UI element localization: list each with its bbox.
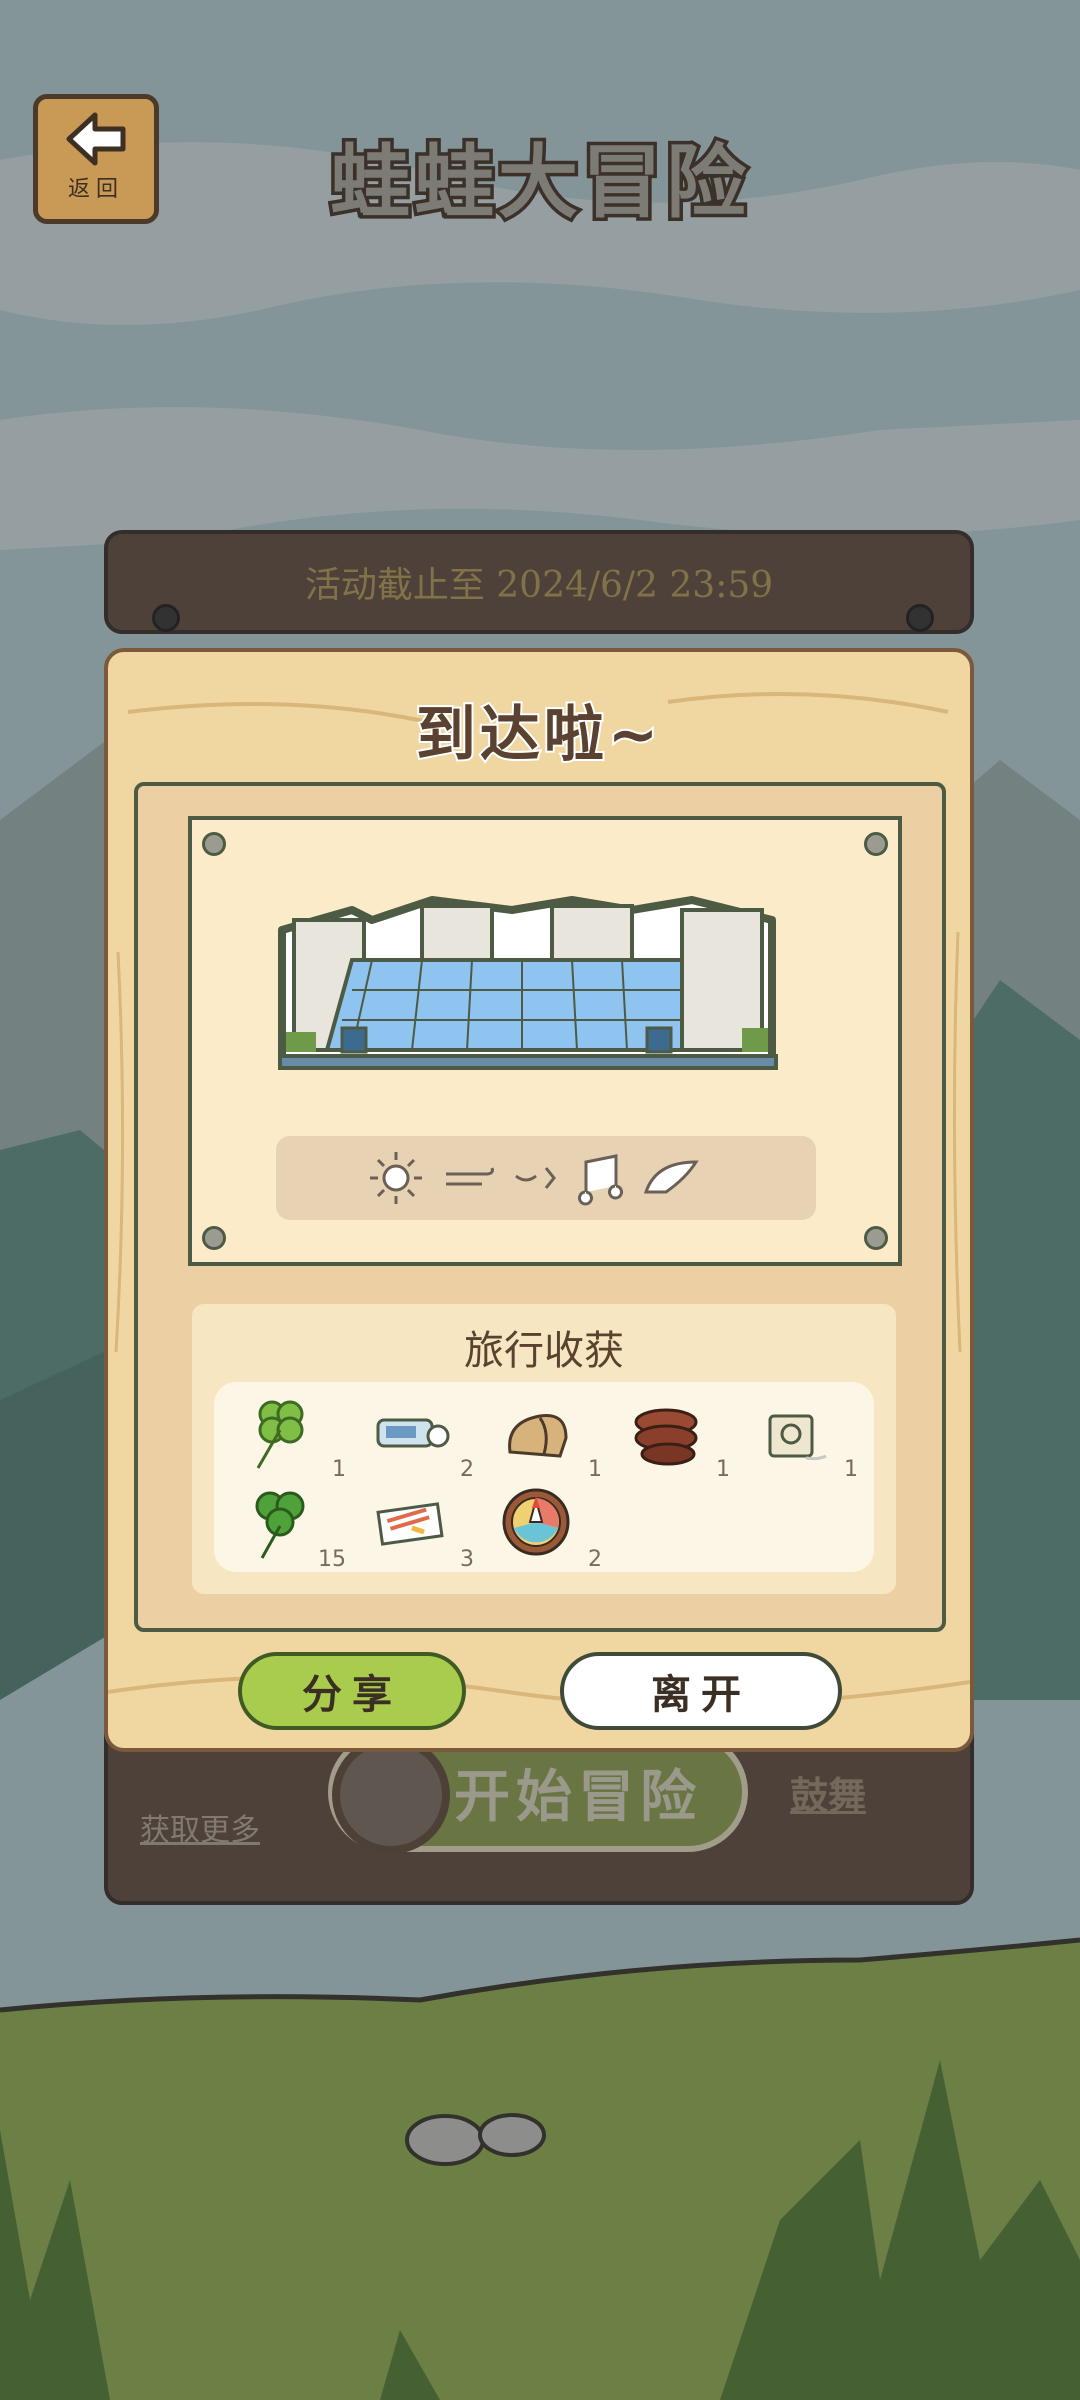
harvest-item: 15 — [236, 1482, 346, 1572]
wind-icon — [446, 1167, 494, 1186]
harvest-item-grid: 1 2 1 1 1 15 3 2 — [214, 1382, 874, 1572]
sun-icon — [370, 1152, 422, 1204]
cheer-button[interactable]: 鼓舞 — [790, 1765, 866, 1820]
item-count: 1 — [844, 1457, 858, 1482]
bread-icon — [508, 1413, 568, 1458]
share-button[interactable]: 分享 — [238, 1652, 466, 1730]
harvest-item: 1 — [236, 1392, 346, 1482]
item-count: 3 — [460, 1547, 474, 1572]
travel-harvest-panel: 旅行收获 1 2 1 1 1 15 3 2 — [192, 1304, 896, 1594]
four-leaf-clover-icon — [256, 1400, 304, 1469]
travel-mood-bar — [276, 1136, 816, 1220]
item-count: 2 — [588, 1547, 602, 1572]
item-count: 1 — [588, 1457, 602, 1482]
harvest-item: 1 — [620, 1392, 730, 1482]
clover-icon — [255, 1491, 305, 1559]
museum-building-image — [278, 896, 778, 1070]
modal-title: 到达啦~ — [414, 698, 663, 772]
music-note-icon — [578, 1154, 623, 1206]
leave-button[interactable]: 离开 — [560, 1652, 842, 1730]
start-adventure-label: 开始冒险 — [454, 1764, 702, 1830]
nail-right — [906, 604, 934, 632]
harvest-title: 旅行收获 — [464, 1328, 624, 1374]
item-count: 15 — [318, 1547, 346, 1572]
harvest-item: 1 — [748, 1392, 858, 1482]
compass-icon — [332, 1736, 450, 1854]
game-screen: 获取更多 开始冒险 鼓舞 活动截止至 2024/6/2 23:59 返回 蛙蛙大… — [0, 0, 1080, 2400]
modal-content-panel: 旅行收获 1 2 1 1 1 15 3 2 — [134, 782, 946, 1632]
harvest-item: 1 — [492, 1392, 602, 1482]
screw-icon — [202, 1226, 226, 1250]
destination-postcard — [188, 816, 902, 1266]
get-more-link[interactable]: 获取更多 — [140, 1805, 260, 1849]
event-deadline-text: 活动截止至 2024/6/2 23:59 — [304, 565, 774, 606]
item-count: 1 — [332, 1457, 346, 1482]
ticket-icon — [376, 1418, 450, 1448]
screw-icon — [202, 832, 226, 856]
log-icon — [634, 1408, 698, 1466]
harvest-item: 2 — [364, 1392, 474, 1482]
harvest-item: 3 — [364, 1482, 474, 1572]
page-title: 蛙蛙大冒险 — [327, 133, 750, 233]
seed-bag-icon — [768, 1414, 827, 1461]
arrival-modal: 到达啦~ 旅行收获 1 2 1 1 1 15 3 2 分享 离开 — [104, 648, 974, 1752]
harvest-item: 2 — [492, 1482, 602, 1572]
screw-icon — [864, 832, 888, 856]
item-count: 1 — [716, 1457, 730, 1482]
item-count: 2 — [460, 1457, 474, 1482]
event-deadline-board: 活动截止至 2024/6/2 23:59 — [104, 530, 974, 634]
wing-icon — [643, 1160, 699, 1194]
screw-icon — [864, 1226, 888, 1250]
weather-icons — [370, 1152, 699, 1206]
postcard-icon — [376, 1502, 444, 1546]
compass-icon — [502, 1488, 570, 1556]
nail-left — [152, 604, 180, 632]
blink-icon — [515, 1167, 556, 1189]
